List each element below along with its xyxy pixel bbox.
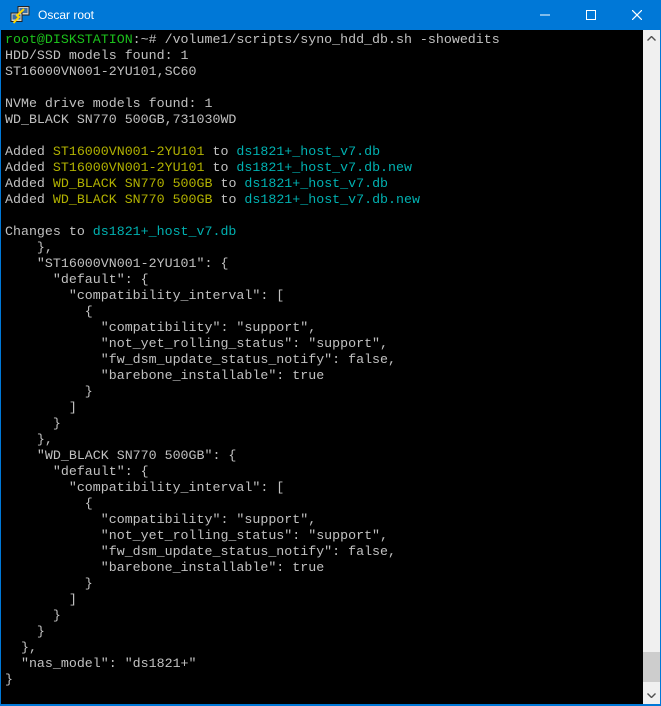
terminal-line: }: [5, 576, 643, 592]
terminal-line: "default": {: [5, 272, 643, 288]
terminal-line: "nas_model": "ds1821+": [5, 656, 643, 672]
terminal-line: },: [5, 432, 643, 448]
terminal-line: "compatibility": "support",: [5, 512, 643, 528]
terminal-line: ST16000VN001-2YU101,SC60: [5, 64, 643, 80]
terminal-line: Added WD_BLACK SN770 500GB to ds1821+_ho…: [5, 176, 643, 192]
terminal-line: root@DISKSTATION:~# /volume1/scripts/syn…: [5, 32, 643, 48]
terminal-line: "fw_dsm_update_status_notify": false,: [5, 544, 643, 560]
terminal-output[interactable]: root@DISKSTATION:~# /volume1/scripts/syn…: [1, 30, 643, 704]
terminal-line: },: [5, 640, 643, 656]
terminal-line: "default": {: [5, 464, 643, 480]
terminal-line: WD_BLACK SN770 500GB,731030WD: [5, 112, 643, 128]
terminal-line: }: [5, 384, 643, 400]
terminal-line: }: [5, 672, 643, 688]
terminal-line: ]: [5, 400, 643, 416]
terminal-line: "compatibility_interval": [: [5, 480, 643, 496]
terminal-line: NVMe drive models found: 1: [5, 96, 643, 112]
terminal-area: root@DISKSTATION:~# /volume1/scripts/syn…: [1, 30, 660, 704]
terminal-line: [5, 208, 643, 224]
terminal-line: }: [5, 416, 643, 432]
terminal-line: Changes to ds1821+_host_v7.db: [5, 224, 643, 240]
terminal-line: "fw_dsm_update_status_notify": false,: [5, 352, 643, 368]
terminal-line: {: [5, 496, 643, 512]
titlebar[interactable]: Oscar root: [1, 0, 660, 30]
scrollbar[interactable]: [643, 30, 660, 704]
terminal-line: HDD/SSD models found: 1: [5, 48, 643, 64]
terminal-line: [5, 128, 643, 144]
minimize-icon: [540, 10, 550, 20]
terminal-line: "barebone_installable": true: [5, 560, 643, 576]
terminal-line: "compatibility_interval": [: [5, 288, 643, 304]
terminal-line: }: [5, 608, 643, 624]
chevron-up-icon: [647, 36, 656, 41]
terminal-line: "barebone_installable": true: [5, 368, 643, 384]
minimize-button[interactable]: [522, 0, 568, 30]
window-controls: [522, 0, 660, 30]
terminal-line: "not_yet_rolling_status": "support",: [5, 528, 643, 544]
terminal-line: Added ST16000VN001-2YU101 to ds1821+_hos…: [5, 144, 643, 160]
terminal-line: ]: [5, 592, 643, 608]
scroll-up-button[interactable]: [643, 30, 660, 47]
terminal-line: "compatibility": "support",: [5, 320, 643, 336]
putty-window: Oscar root root@DISKSTATION:~# /volume1: [0, 0, 661, 706]
scrollbar-thumb[interactable]: [643, 652, 660, 682]
terminal-line: "WD_BLACK SN770 500GB": {: [5, 448, 643, 464]
terminal-line: [5, 80, 643, 96]
maximize-button[interactable]: [568, 0, 614, 30]
terminal-line: Added WD_BLACK SN770 500GB to ds1821+_ho…: [5, 192, 643, 208]
maximize-icon: [586, 10, 596, 20]
close-button[interactable]: [614, 0, 660, 30]
terminal-line: }: [5, 624, 643, 640]
window-title: Oscar root: [38, 8, 522, 22]
terminal-line: "not_yet_rolling_status": "support",: [5, 336, 643, 352]
close-icon: [632, 10, 642, 20]
terminal-line: "ST16000VN001-2YU101": {: [5, 256, 643, 272]
scroll-down-button[interactable]: [643, 687, 660, 704]
terminal-line: {: [5, 304, 643, 320]
terminal-line: Added ST16000VN001-2YU101 to ds1821+_hos…: [5, 160, 643, 176]
terminal-line: },: [5, 240, 643, 256]
chevron-down-icon: [647, 693, 656, 698]
putty-app-icon: [10, 6, 30, 24]
